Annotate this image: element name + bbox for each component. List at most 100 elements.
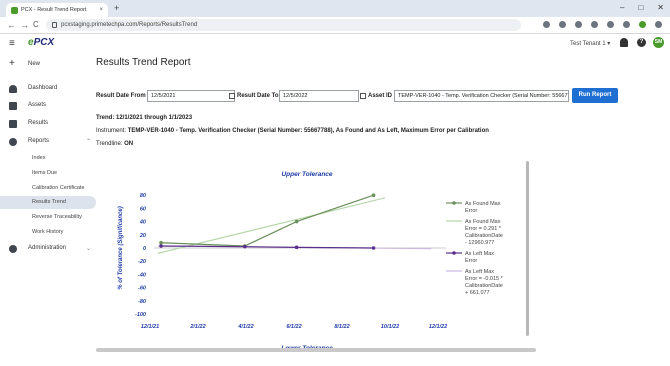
x-tick-label: 4/1/22 bbox=[237, 324, 253, 330]
series-line bbox=[161, 194, 374, 247]
x-tick-label: 8/1/22 bbox=[334, 324, 349, 330]
filter-bar: Result Date From 12/5/2021 Result Date T… bbox=[96, 88, 670, 104]
data-point bbox=[371, 193, 376, 197]
subitem-label: Work History bbox=[32, 229, 64, 235]
star-icon[interactable] bbox=[575, 21, 582, 28]
chevron-down-icon: ⌄ bbox=[86, 246, 92, 252]
legend-label: Error bbox=[465, 258, 477, 264]
legend-label: - 12960.977 bbox=[465, 240, 494, 246]
x-tick-label: 12/1/21 bbox=[141, 324, 159, 330]
browser-tab[interactable]: PCX - Result Trend Report × bbox=[6, 3, 108, 17]
sidebar-item-dashboard[interactable]: Dashboard bbox=[0, 82, 96, 96]
app-header: ≡ ePCX Test Tenant 1 ▾ ? SM bbox=[0, 34, 670, 52]
reload-icon[interactable]: C bbox=[33, 20, 39, 29]
sidepanel-icon[interactable] bbox=[623, 21, 630, 28]
chart-title-top: Upper Tolerance bbox=[281, 171, 332, 178]
legend-label: CalibrationDate bbox=[465, 283, 503, 289]
sidebar-item-administration[interactable]: Administration ⌄ bbox=[0, 242, 96, 256]
assets-icon bbox=[9, 102, 17, 110]
trendline-label: Trendline: bbox=[96, 141, 123, 147]
extension-icon[interactable] bbox=[591, 21, 598, 28]
app-logo[interactable]: ePCX bbox=[28, 37, 54, 48]
run-report-button[interactable]: Run Report bbox=[572, 88, 618, 103]
sidebar-item-assets[interactable]: Assets bbox=[0, 99, 96, 113]
share-icon[interactable] bbox=[559, 21, 566, 28]
sidebar-item-label: Administration bbox=[28, 245, 67, 251]
date-from-label: Result Date From bbox=[96, 93, 146, 99]
sidebar-item-reports[interactable]: Reports ⌃ bbox=[0, 135, 96, 149]
date-to-label: Result Date To bbox=[237, 93, 279, 99]
dashboard-icon bbox=[9, 85, 17, 93]
tab-close-icon[interactable]: × bbox=[99, 7, 103, 13]
date-to-input[interactable]: 12/5/2022 bbox=[279, 90, 359, 102]
back-icon[interactable]: ← bbox=[7, 20, 16, 30]
legend-label: Error = 0.291 * bbox=[465, 226, 502, 232]
subitem-label: Calibration Certificate bbox=[32, 185, 85, 191]
sidebar-subitem-reverse-traceability[interactable]: Reverse Traceability bbox=[0, 211, 96, 224]
sidebar-subitem-work-history[interactable]: Work History bbox=[0, 226, 96, 239]
favicon-icon bbox=[11, 6, 18, 14]
browser-tabstrip: PCX - Result Trend Report × + – □ ✕ bbox=[0, 0, 670, 17]
legend-label: As Found Max bbox=[465, 219, 501, 225]
legend-marker bbox=[452, 251, 456, 255]
date-from-input[interactable]: 12/5/2021 bbox=[147, 90, 235, 102]
y-tick-label: 20 bbox=[139, 233, 146, 239]
y-axis-label: % of Tolerance (Significance) bbox=[118, 206, 124, 289]
y-tick-label: 80 bbox=[140, 193, 146, 199]
sidebar-subitem-calibration-certificate[interactable]: Calibration Certificate bbox=[0, 182, 96, 195]
subitem-label: Reverse Traceability bbox=[32, 214, 82, 220]
calendar-icon[interactable] bbox=[360, 93, 366, 99]
sidebar-item-label: New bbox=[28, 61, 41, 67]
url-field[interactable]: pcxstaging.primetechpa.com/Reports/Resul… bbox=[46, 19, 521, 31]
close-window-button[interactable]: ✕ bbox=[657, 3, 664, 12]
url-text: pcxstaging.primetechpa.com/Reports/Resul… bbox=[61, 22, 198, 28]
x-tick-label: 12/1/22 bbox=[429, 324, 447, 330]
subitem-label: Items Due bbox=[32, 170, 58, 176]
browser-extensions bbox=[543, 21, 662, 28]
maximize-button[interactable]: □ bbox=[638, 3, 643, 12]
trend-range-text: Trend: 12/1/2021 through 1/1/2023 bbox=[96, 115, 193, 121]
page-title: Results Trend Report bbox=[96, 57, 191, 68]
search-icon[interactable] bbox=[543, 21, 550, 28]
sidebar-item-results[interactable]: Results bbox=[0, 117, 96, 131]
sidebar-item-label: Results bbox=[28, 120, 49, 126]
legend-label: As Left Max bbox=[465, 251, 494, 257]
kebab-menu-icon[interactable] bbox=[655, 21, 662, 28]
bell-icon[interactable] bbox=[620, 38, 628, 47]
y-tick-label: 60 bbox=[140, 206, 146, 212]
data-point bbox=[371, 246, 376, 250]
gear-icon bbox=[9, 245, 17, 253]
help-icon[interactable]: ? bbox=[637, 38, 646, 47]
x-tick-label: 10/1/22 bbox=[381, 324, 399, 330]
chevron-up-icon: ⌃ bbox=[86, 139, 92, 145]
calendar-icon[interactable] bbox=[229, 93, 235, 99]
asset-id-select[interactable]: TEMP-VER-1040 - Temp. Verification Check… bbox=[394, 90, 569, 102]
asset-id-label: Asset ID bbox=[368, 93, 393, 99]
chart-vertical-scrollbar[interactable] bbox=[526, 161, 529, 336]
legend-label: As Found Max bbox=[465, 201, 501, 207]
sidebar-item-label: Dashboard bbox=[28, 85, 58, 91]
y-tick-label: -60 bbox=[138, 286, 146, 292]
sidebar-subitem-index[interactable]: Index bbox=[0, 152, 96, 165]
forward-icon[interactable]: → bbox=[20, 20, 29, 30]
instrument-line: Instrument: TEMP-VER-1040 - Temp. Verifi… bbox=[96, 128, 489, 134]
sidebar-subitem-results-trend[interactable]: Results Trend bbox=[0, 196, 96, 209]
avatar[interactable]: SM bbox=[653, 37, 664, 48]
tab-title: PCX - Result Trend Report bbox=[21, 7, 87, 13]
hamburger-menu-icon[interactable]: ≡ bbox=[9, 38, 15, 49]
data-point bbox=[294, 245, 299, 250]
tenant-selector[interactable]: Test Tenant 1 ▾ bbox=[570, 40, 610, 47]
y-tick-label: -20 bbox=[138, 259, 146, 265]
data-point bbox=[159, 240, 163, 245]
sidebar-item-new[interactable]: + New bbox=[0, 58, 96, 72]
horizontal-scrollbar[interactable] bbox=[96, 348, 536, 352]
sidebar-subitem-items-due[interactable]: Items Due bbox=[0, 167, 96, 180]
sidebar-item-label: Reports bbox=[28, 138, 50, 144]
new-tab-button[interactable]: + bbox=[114, 3, 119, 13]
minimize-button[interactable]: – bbox=[620, 3, 624, 12]
sidebar-item-label: Assets bbox=[28, 102, 47, 108]
results-trend-chart: Upper ToleranceLower Tolerance% of Toler… bbox=[118, 171, 504, 352]
instrument-value: TEMP-VER-1040 - Temp. Verification Check… bbox=[127, 128, 489, 134]
puzzle-icon[interactable] bbox=[607, 21, 614, 28]
profile-icon[interactable] bbox=[639, 21, 646, 28]
